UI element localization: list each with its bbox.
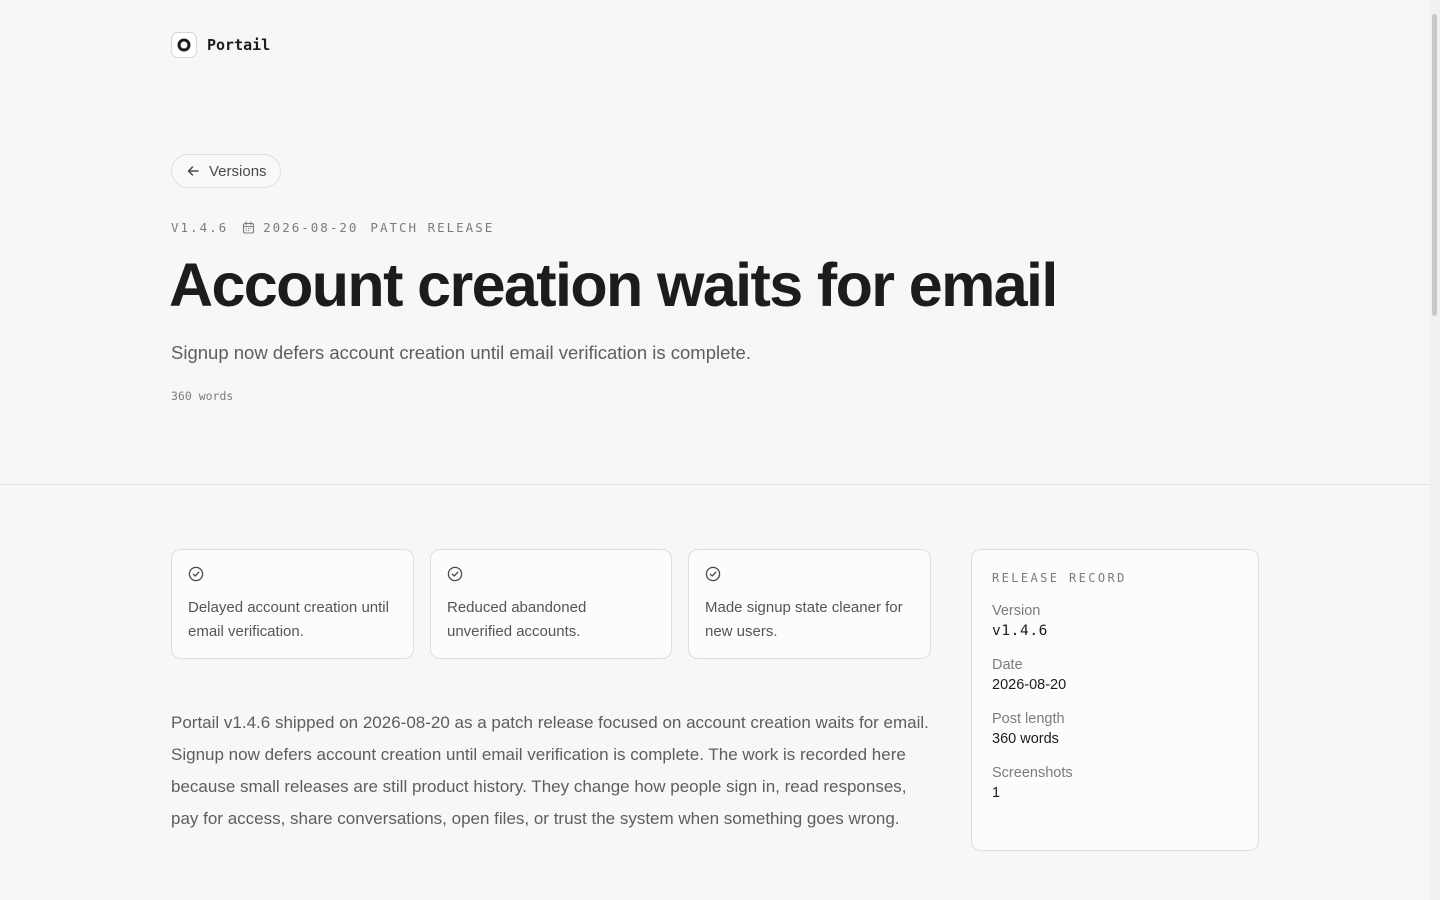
page-title: Account creation waits for email [169,251,1058,319]
highlight-text: Made signup state cleaner for new users. [705,599,903,640]
release-meta: V1.4.6 2026-08-20 PATCH RELEASE [171,220,494,235]
record-item-post-length: Post length 360 words [992,711,1238,747]
release-version: V1.4.6 [171,220,229,235]
highlight-text: Delayed account creation until email ver… [188,599,389,640]
highlight-text: Reduced abandoned unverified accounts. [447,599,587,640]
record-value: 360 words [992,731,1059,747]
check-circle-icon [447,566,655,584]
word-count: 360 words [171,389,234,403]
check-circle-icon [188,566,397,584]
record-label: Date [992,657,1023,673]
article-body: Portail v1.4.6 shipped on 2026-08-20 as … [171,713,929,828]
check-circle-icon [705,566,914,584]
page-scrollbar[interactable] [1430,0,1440,900]
page-subtitle: Signup now defers account creation until… [171,342,751,363]
record-item-screenshots: Screenshots 1 [992,765,1238,801]
highlight-card: Reduced abandoned unverified accounts. [430,549,672,659]
release-record-panel: RELEASE RECORD Version v1.4.6 Date 2026-… [971,549,1259,851]
record-value: 2026-08-20 [992,677,1067,693]
record-value: v1.4.6 [992,623,1048,639]
calendar-icon [242,221,255,234]
ring-logo-icon [171,32,197,58]
record-value: 1 [992,785,1001,801]
brand-link[interactable]: Portail [171,32,270,58]
highlight-card: Delayed account creation until email ver… [171,549,414,659]
record-item-version: Version v1.4.6 [992,603,1238,639]
scrollbar-thumb[interactable] [1432,14,1437,316]
section-divider [0,484,1430,485]
record-label: Screenshots [992,765,1073,781]
highlight-card: Made signup state cleaner for new users. [688,549,931,659]
versions-back-label: Versions [209,162,267,180]
versions-back-button[interactable]: Versions [171,154,281,188]
highlight-cards: Delayed account creation until email ver… [171,549,931,659]
release-date: 2026-08-20 [263,220,359,235]
record-label: Post length [992,711,1065,727]
record-item-date: Date 2026-08-20 [992,657,1238,693]
record-label: Version [992,603,1041,619]
release-type: PATCH RELEASE [370,220,495,235]
arrow-left-icon [186,164,200,178]
release-record-heading: RELEASE RECORD [992,571,1127,585]
brand-name: Portail [207,36,271,54]
